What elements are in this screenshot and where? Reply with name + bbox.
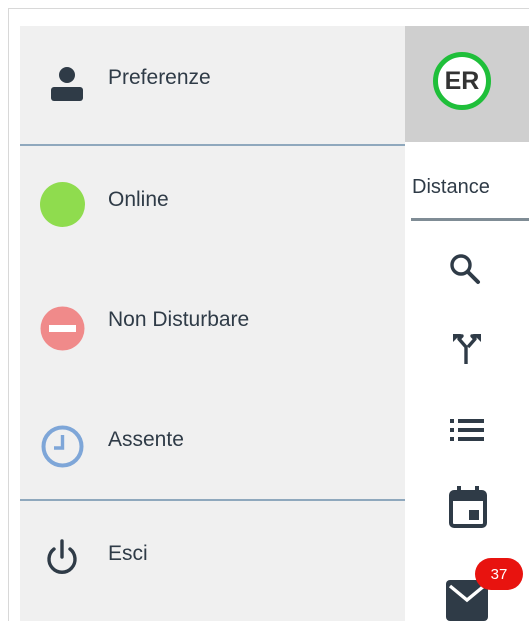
- tab-distance[interactable]: Distance: [412, 176, 490, 199]
- menu-item-status-online[interactable]: Online: [20, 166, 405, 246]
- user-menu: Preferenze Online Non Disturbare Assente: [20, 26, 405, 621]
- menu-item-logout[interactable]: Esci: [20, 521, 405, 621]
- menu-item-status-away[interactable]: Assente: [20, 406, 405, 486]
- user-avatar[interactable]: ER: [433, 52, 491, 110]
- status-online-label: Online: [108, 188, 169, 211]
- tab-active-indicator: [411, 218, 529, 221]
- clock-icon: [40, 424, 85, 469]
- toolbar-strip: [405, 142, 529, 621]
- merge-icon[interactable]: [447, 330, 487, 370]
- status-dnd-label: Non Disturbare: [108, 308, 250, 331]
- power-icon: [44, 537, 80, 577]
- do-not-disturb-icon: [40, 306, 85, 351]
- menu-divider: [20, 144, 405, 146]
- status-away-label: Assente: [108, 428, 184, 451]
- avatar-initials: ER: [444, 66, 480, 95]
- menu-divider: [20, 499, 405, 501]
- list-icon[interactable]: [448, 410, 488, 450]
- person-icon: [50, 66, 84, 102]
- logout-label: Esci: [108, 542, 148, 565]
- search-icon[interactable]: [446, 250, 486, 290]
- mail-badge: 37: [475, 558, 523, 590]
- calendar-icon[interactable]: [448, 484, 488, 530]
- menu-item-preferences[interactable]: Preferenze: [20, 26, 405, 144]
- preferences-label: Preferenze: [108, 66, 211, 89]
- menu-item-status-dnd[interactable]: Non Disturbare: [20, 286, 405, 366]
- status-online-icon: [40, 182, 85, 227]
